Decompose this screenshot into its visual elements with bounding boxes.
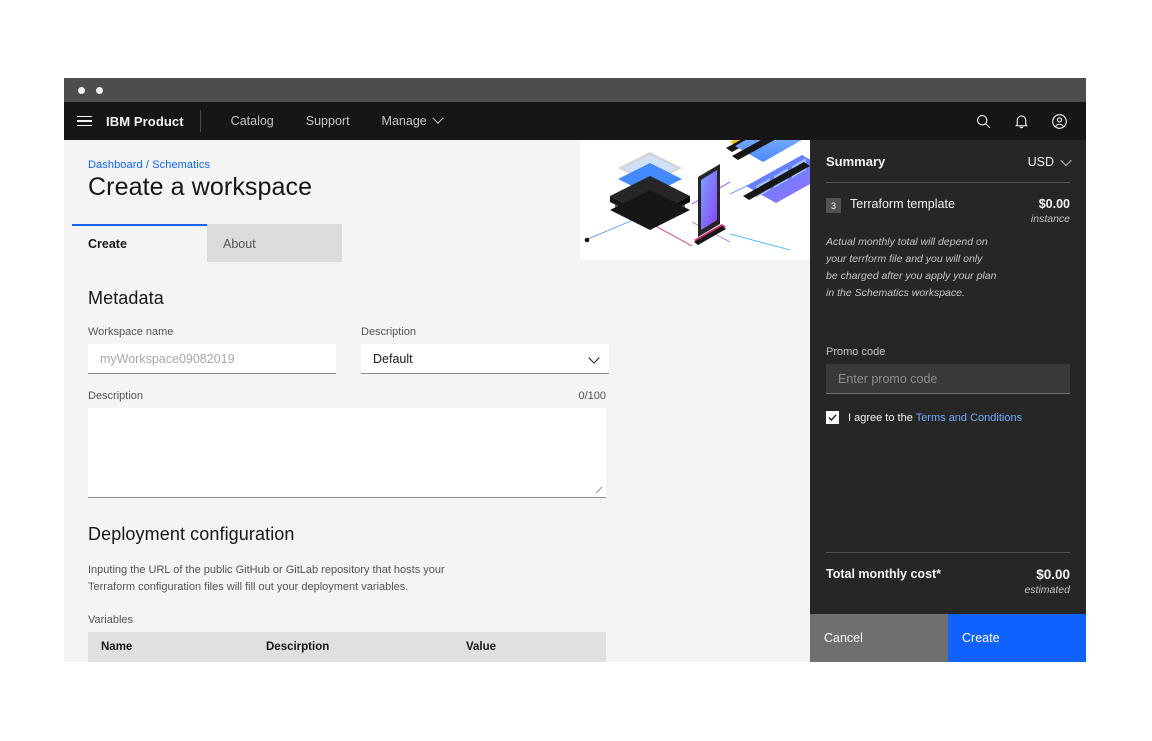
user-avatar-icon[interactable] [1040,102,1078,140]
column-header-description: Descirption [253,632,453,662]
line-item-pricing: $0.00 instance [1031,197,1070,225]
nav-links: Catalog Support Manage [215,102,458,140]
deployment-helper-line-2: Terraform configuration files will fill … [88,581,409,594]
total-cost-values: $0.00 estimated [1024,567,1070,596]
line-item-unit: instance [1030,213,1070,225]
terms-prefix: I agree to the [848,411,916,424]
summary-note-line-3: be charged after you apply your plan [826,270,997,282]
column-header-actions [566,632,606,662]
notification-bell-icon[interactable] [1002,102,1040,140]
deployment-heading: Deployment configuration [88,524,295,544]
description-select-group: Description Default [361,326,609,374]
description-char-counter: 0/100 [578,390,606,402]
terms-and-conditions-link[interactable]: Terms and Conditions [916,412,1022,424]
deployment-helper-text: Inputing the URL of the public GitHub or… [88,562,786,596]
summary-note: Actual monthly total will depend on your… [826,234,1001,302]
window-titlebar [64,78,1086,102]
tab-create[interactable]: Create [72,224,207,262]
metadata-row: Workspace name Description Default [88,326,786,374]
description-select[interactable]: Default [361,344,609,374]
line-item-name: Terraform template [850,197,955,211]
description-textarea-group: Description 0/100 [88,390,606,498]
tab-about[interactable]: About [207,224,342,262]
nav-divider [199,110,201,132]
page-body: Dashboard / Schematics Create a workspac… [64,140,1086,662]
brand-label[interactable]: IBM Product [104,114,200,129]
workspace-name-field-group: Workspace name [88,326,336,374]
breadcrumb-link-schematics[interactable]: Schematics [152,159,210,171]
promo-code-input[interactable] [826,364,1070,394]
create-button-label: Create [962,631,1000,645]
chevron-down-icon [1060,154,1072,166]
app-window: IBM Product Catalog Support Manage Dashb… [64,78,1086,662]
column-header-value: Value [453,632,566,662]
currency-value: USD [1027,154,1054,169]
top-navigation-bar: IBM Product Catalog Support Manage [64,102,1086,140]
description-textarea-header: Description 0/100 [88,390,606,402]
description-select-wrapper: Default [361,344,609,374]
brand-name: Product [133,113,184,129]
deployment-helper-line-1: Inputing the URL of the public GitHub or… [88,564,445,576]
page-hero: Dashboard / Schematics Create a workspac… [64,140,810,260]
summary-title: Summary [826,154,886,169]
nav-item-manage-label: Manage [381,114,427,128]
tab-create-label: Create [88,237,127,251]
description-textarea-label: Description [88,390,144,402]
terms-checkbox[interactable] [826,411,839,424]
window-dot-2[interactable] [96,86,103,94]
line-item-price: $0.00 [1038,197,1070,211]
table-header-row: Name Descirption Value [88,632,606,662]
line-item-badge: 3 [826,198,841,213]
cancel-button-label: Cancel [824,631,863,645]
promo-code-label: Promo code [826,346,886,358]
summary-note-line-1: Actual monthly total will depend on [826,236,988,248]
description-select-label: Description [361,326,417,338]
terms-agreement-text: I agree to the Terms and Conditions [848,412,1022,424]
summary-panel: Summary USD 3 Terraform template $0.00 i… [810,140,1086,662]
action-buttons: Cancel Create [810,614,1086,662]
nav-item-catalog-label: Catalog [230,114,274,128]
description-select-value: Default [373,351,413,366]
nav-item-catalog[interactable]: Catalog [215,102,290,140]
total-cost-label: Total monthly cost* [826,567,942,581]
main-content: Dashboard / Schematics Create a workspac… [64,140,810,662]
page-title: Create a workspace [88,173,313,201]
summary-line-item: 3 Terraform template $0.00 instance [826,197,1070,225]
total-cost-estimated: estimated [1024,584,1070,596]
nav-item-support-label: Support [305,114,350,128]
total-cost-price: $0.00 [1036,567,1070,582]
nav-item-support[interactable]: Support [290,102,366,140]
currency-selector[interactable]: USD [1027,154,1072,169]
total-cost-row: Total monthly cost* $0.00 estimated [810,553,1086,596]
summary-note-line-2: your terrform file and you will only [826,253,983,265]
hamburger-menu-icon[interactable] [64,102,104,140]
breadcrumb-link-dashboard[interactable]: Dashboard [88,159,143,171]
column-header-name: Name [88,632,253,662]
create-button[interactable]: Create [948,614,1086,662]
brand-prefix: IBM [106,113,131,129]
window-dot-1[interactable] [78,86,85,94]
summary-note-line-4: in the Schematics workspace. [826,287,965,299]
cancel-button[interactable]: Cancel [810,614,948,662]
summary-header: Summary USD [810,140,1086,169]
description-textarea-wrapper [88,408,606,498]
deployment-section: Deployment configuration Inputing the UR… [88,524,786,662]
tab-about-label: About [223,237,256,251]
terms-agreement-row[interactable]: I agree to the Terms and Conditions [826,411,1070,424]
breadcrumb: Dashboard / Schematics [88,159,210,171]
search-icon[interactable] [964,102,1002,140]
description-textarea[interactable] [88,408,606,498]
summary-body: 3 Terraform template $0.00 instance Actu… [810,183,1086,552]
nav-item-manage[interactable]: Manage [366,102,458,140]
metadata-heading: Metadata [88,288,164,308]
create-form: Metadata Workspace name Description Defa… [64,262,810,662]
nav-icon-group [964,102,1086,140]
hero-illustration [580,140,810,260]
variables-table-label: Variables [88,614,134,627]
workspace-name-input[interactable] [88,344,336,374]
workspace-name-label: Workspace name [88,326,174,338]
variables-table: Name Descirption Value Name Descirption … [88,632,606,662]
chevron-down-icon [432,112,444,124]
